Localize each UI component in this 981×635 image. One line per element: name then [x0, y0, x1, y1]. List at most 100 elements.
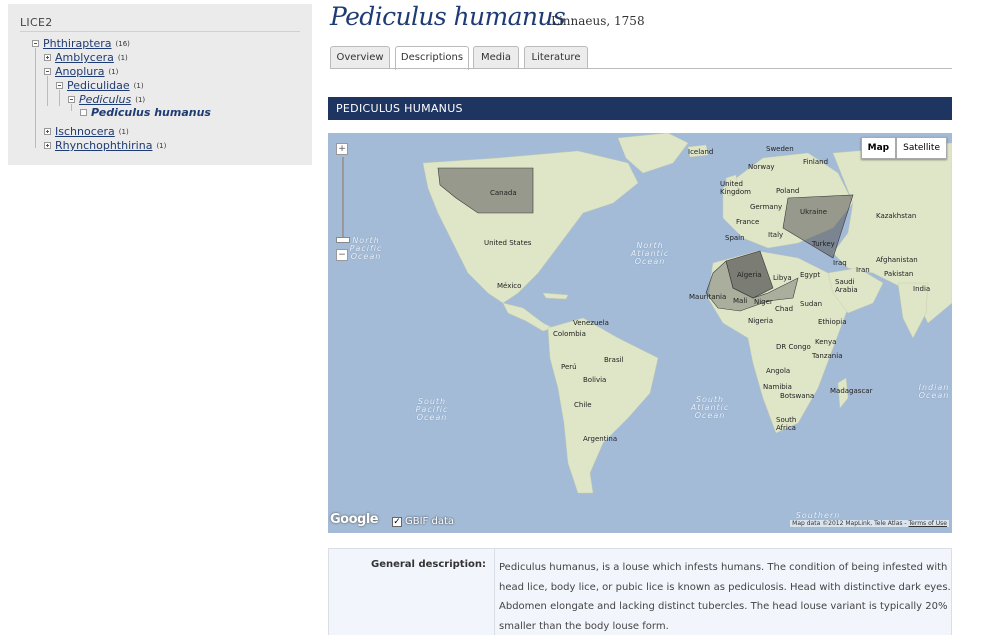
tree-connector [35, 48, 36, 148]
description-table: General description: Pediculus humanus, … [328, 548, 952, 635]
ocean-label: Indian Ocean [918, 383, 950, 400]
tree-item-pediculus[interactable]: Pediculus (1) [79, 94, 145, 106]
map-label: Sweden [766, 145, 794, 153]
species-author: Linnaeus, 1758 [551, 14, 645, 28]
map-label: Kazakhstan [876, 212, 917, 220]
tab-overview[interactable]: Overview [330, 46, 390, 69]
map-label: Chile [574, 401, 592, 409]
tree-link[interactable]: Pediculidae [67, 79, 130, 92]
tab-media[interactable]: Media [473, 46, 519, 69]
tree-item-phthiraptera[interactable]: Phthiraptera (16) [43, 38, 130, 50]
tree-link[interactable]: Phthiraptera [43, 37, 112, 50]
tree-link[interactable]: Amblycera [55, 51, 114, 64]
tree-item-anoplura[interactable]: Anoplura (1) [55, 66, 118, 78]
tab-divider [330, 68, 952, 69]
map-label: Algeria [737, 271, 762, 279]
tree-item-amblycera[interactable]: Amblycera (1) [55, 52, 128, 64]
tree-connector [59, 90, 60, 106]
collapse-toggle-icon[interactable] [32, 40, 39, 47]
map-label: Kenya [815, 338, 837, 346]
ocean-label: South Atlantic Ocean [690, 395, 730, 420]
map-label: Brasil [604, 356, 624, 364]
map-label: France [736, 218, 760, 226]
description-label: General description: [329, 549, 495, 635]
ocean-label: North Atlantic Ocean [630, 241, 670, 266]
tree-link[interactable]: Pediculus [79, 93, 131, 106]
world-map-graphic [422, 133, 952, 494]
map-label: Turkey [812, 240, 835, 248]
map-label: Finland [803, 158, 829, 166]
tree-count: (1) [156, 142, 167, 150]
distribution-map[interactable]: Map Satellite + − Iceland Sweden Norway … [328, 133, 952, 533]
collapse-toggle-icon[interactable] [56, 82, 63, 89]
land-caribbean [542, 292, 569, 300]
tree-item-pediculidae[interactable]: Pediculidae (1) [67, 80, 144, 92]
zoom-in-button[interactable]: + [336, 143, 348, 155]
land-south-america [547, 317, 659, 494]
tree-link[interactable]: Rhynchophthirina [55, 139, 152, 152]
map-label: Nigeria [748, 317, 774, 325]
tree-count: (1) [117, 54, 128, 62]
tree-count: (1) [133, 82, 144, 90]
map-label: Niger [754, 298, 773, 306]
map-label: Afghanistan [876, 256, 918, 264]
tree-item-rhynchophthirina[interactable]: Rhynchophthirina (1) [55, 140, 166, 152]
tab-descriptions[interactable]: Descriptions [395, 46, 469, 70]
ocean-label: North Pacific Ocean [349, 236, 383, 261]
expand-toggle-icon[interactable] [44, 128, 51, 135]
expand-toggle-icon[interactable] [44, 142, 51, 149]
map-label: Egypt [800, 271, 821, 279]
map-label: South Africa [776, 416, 797, 432]
map-type-satellite-button[interactable]: Satellite [896, 137, 947, 159]
map-label: Norway [748, 163, 775, 171]
map-label: Bolivia [583, 376, 607, 384]
map-label: Tanzania [812, 352, 843, 360]
map-label: Iran [856, 266, 870, 274]
map-label: Ukraine [800, 208, 828, 216]
ocean-label: South Pacific Ocean [415, 397, 449, 422]
tree-link[interactable]: Anoplura [55, 65, 105, 78]
map-label: Mauritania [689, 293, 727, 301]
tree-count: (1) [135, 96, 146, 104]
expand-toggle-icon[interactable] [44, 54, 51, 61]
leaf-node-icon [80, 109, 87, 116]
map-label: United Kingdom [720, 180, 751, 196]
tree-count: (16) [115, 40, 130, 48]
map-label: Madagascar [830, 387, 873, 395]
tab-literature[interactable]: Literature [524, 46, 588, 69]
ocean-label: Southern [795, 511, 841, 520]
collapse-toggle-icon[interactable] [44, 68, 51, 75]
tree-link[interactable]: Ischnocera [55, 125, 115, 138]
map-label: DR Congo [776, 343, 811, 351]
map-label: Italy [768, 231, 784, 239]
taxonomy-tree: Phthiraptera (16) Amblycera (1) Anoplura (1… [8, 4, 312, 165]
map-type-map-button[interactable]: Map [860, 137, 897, 159]
map-label: Botswana [780, 392, 815, 400]
map-label: Colombia [553, 330, 586, 338]
map-label: México [497, 282, 522, 290]
map-label: India [913, 285, 931, 293]
map-label: Saudi Arabia [835, 278, 858, 294]
gbif-checkbox-label[interactable]: GBIF data [405, 516, 454, 527]
map-label: Ethiopia [818, 318, 847, 326]
map-type-control: Map Satellite [860, 137, 947, 159]
tree-connector [47, 76, 48, 106]
terms-of-use-link[interactable]: Terms of Use [909, 520, 947, 527]
map-label: Spain [725, 234, 745, 242]
google-logo[interactable]: Google [330, 512, 379, 527]
map-label: Venezuela [573, 319, 609, 327]
map-label: Mali [733, 297, 748, 305]
tree-current-label: Pediculus humanus [91, 106, 211, 119]
tree-item-pediculus-humanus: Pediculus humanus [91, 107, 211, 119]
map-label: Canada [490, 189, 517, 197]
zoom-slider-track[interactable] [342, 157, 344, 237]
description-text: Pediculus humanus, is a louse which infe… [499, 562, 951, 632]
tree-count: (1) [108, 68, 119, 76]
tree-connector [71, 104, 72, 111]
tree-item-ischnocera[interactable]: Ischnocera (1) [55, 126, 129, 138]
gbif-checkbox[interactable]: ✓ [392, 517, 402, 527]
map-attribution: Map data ©2012 MapLink, Tele Atlas - Ter… [790, 520, 949, 527]
map-label: Angola [766, 367, 791, 375]
collapse-toggle-icon[interactable] [68, 96, 75, 103]
map-label: Iraq [833, 259, 847, 267]
